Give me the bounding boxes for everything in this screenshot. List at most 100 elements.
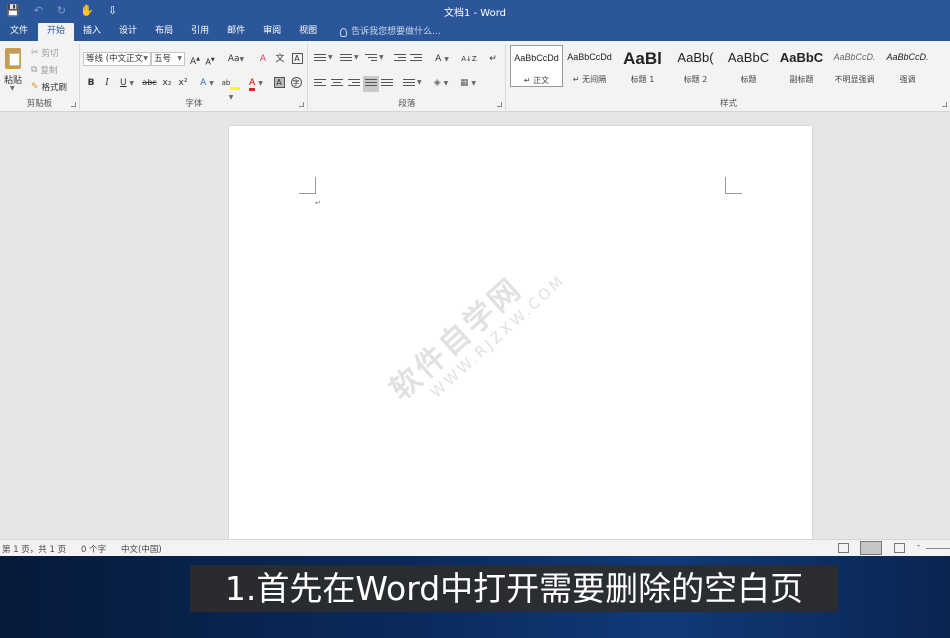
chevron-down-icon: ▼: [177, 55, 182, 62]
word-count[interactable]: 0 个字: [81, 543, 106, 555]
title-bar: 💾 ↶ ↻ ✋ ⇩ 文档1 - Word: [0, 0, 950, 21]
print-layout-icon[interactable]: [860, 541, 882, 555]
style-sample: AaBbCcDd: [567, 52, 612, 62]
font-size-select[interactable]: 五号 ▼: [151, 52, 185, 66]
read-mode-icon[interactable]: [838, 543, 849, 553]
style-name: 副标题: [789, 75, 814, 84]
borders-button[interactable]: ▦ ▼: [457, 76, 479, 90]
style-heading-1[interactable]: AaBl 标题 1: [616, 45, 669, 87]
web-layout-icon[interactable]: [894, 543, 905, 553]
document-page[interactable]: ↵: [229, 126, 812, 539]
styles-launcher-icon[interactable]: [942, 102, 947, 107]
paragraph-launcher-icon[interactable]: [497, 102, 502, 107]
enclose-characters-button[interactable]: 字: [289, 76, 303, 90]
style-subtitle[interactable]: AaBbC 副标题: [775, 45, 828, 87]
justify-icon[interactable]: [363, 76, 379, 92]
tab-insert[interactable]: 插入: [74, 23, 110, 41]
margin-marker-top-right: [725, 177, 742, 194]
character-border-button[interactable]: A: [290, 52, 304, 66]
format-painter-button[interactable]: ✎ 格式刷: [31, 81, 67, 93]
style-name: 强调: [899, 75, 916, 84]
language-indicator[interactable]: 中文(中国): [121, 543, 162, 555]
subscript-button[interactable]: x₂: [161, 76, 173, 90]
margin-marker-top-left: [299, 177, 316, 194]
style-sample: AaBbC: [779, 50, 824, 65]
paste-dropdown-icon[interactable]: ▼: [10, 85, 15, 92]
highlight-button[interactable]: ab ▼: [221, 76, 241, 101]
strikethrough-button[interactable]: abc: [142, 76, 157, 90]
asian-layout-button[interactable]: A ▼: [432, 52, 452, 66]
sort-button[interactable]: A↓Z: [461, 52, 477, 66]
change-case-icon: Aa: [227, 54, 240, 64]
numbering-icon[interactable]: [340, 54, 352, 64]
style-subtle-emphasis[interactable]: AaBbCcD. 不明显强调: [828, 45, 881, 87]
line-spacing-icon[interactable]: [403, 79, 415, 89]
style-heading-2[interactable]: AaBb( 标题 2: [669, 45, 722, 87]
styles-label: 样式: [719, 99, 737, 109]
tab-layout[interactable]: 布局: [146, 23, 182, 41]
style-title[interactable]: AaBbC 标题: [722, 45, 775, 87]
underline-button[interactable]: U ▼: [118, 76, 136, 90]
brush-icon: ✎: [31, 82, 39, 92]
cut-button[interactable]: ✂ 剪切: [31, 47, 59, 59]
clipboard-launcher-icon[interactable]: [71, 102, 76, 107]
tab-references[interactable]: 引用: [182, 23, 218, 41]
bullets-icon[interactable]: [314, 54, 326, 64]
font-color-button[interactable]: A ▼: [246, 76, 266, 91]
ribbon-tabs: 文件 开始 插入 设计 布局 引用 邮件 审阅 视图 告诉我您想要做什么...: [0, 21, 950, 41]
copy-button[interactable]: ⧉ 复制: [31, 64, 57, 76]
paragraph-label: 段落: [398, 99, 416, 109]
distributed-icon[interactable]: [381, 79, 393, 89]
shrink-font-button[interactable]: A▼: [204, 53, 216, 67]
clipboard-group: 粘贴 ▼ ✂ 剪切 ⧉ 复制 ✎ 格式刷 剪贴板: [0, 44, 80, 110]
tab-review[interactable]: 审阅: [254, 23, 290, 41]
ribbon: 粘贴 ▼ ✂ 剪切 ⧉ 复制 ✎ 格式刷 剪贴板 等线 (中文正文 ▼ 五号 ▼ A…: [0, 41, 950, 112]
highlighter-icon: ab: [222, 78, 241, 90]
increase-indent-icon[interactable]: [410, 54, 422, 64]
align-center-icon[interactable]: [331, 79, 343, 89]
character-shading-button[interactable]: A: [273, 76, 285, 90]
italic-button[interactable]: I: [102, 76, 112, 90]
multilevel-list-icon[interactable]: [365, 54, 377, 64]
align-right-icon[interactable]: [348, 79, 360, 89]
tab-file[interactable]: 文件: [2, 23, 38, 41]
bold-button[interactable]: B: [86, 76, 96, 90]
phonetic-guide-button[interactable]: 文: [274, 52, 286, 66]
zoom-out-button[interactable]: -: [917, 541, 920, 551]
align-left-icon[interactable]: [314, 79, 326, 89]
tell-me-box[interactable]: 告诉我您想要做什么...: [326, 23, 450, 41]
style-name: 标题 2: [683, 75, 708, 84]
style-normal[interactable]: AaBbCcDd ↵ 正文: [510, 45, 563, 87]
page-count[interactable]: 第 1 页，共 1 页: [2, 543, 66, 555]
show-marks-button[interactable]: ↵: [487, 52, 499, 66]
font-launcher-icon[interactable]: [299, 102, 304, 107]
decrease-indent-icon[interactable]: [394, 54, 406, 64]
zoom-slider[interactable]: [926, 548, 950, 549]
tab-view[interactable]: 视图: [290, 23, 326, 41]
eraser-icon: A: [259, 54, 267, 64]
font-label: 字体: [185, 99, 203, 109]
font-name-select[interactable]: 等线 (中文正文 ▼: [83, 52, 151, 66]
change-case-button[interactable]: Aa▼: [225, 52, 247, 66]
clear-formatting-button[interactable]: A: [257, 52, 269, 66]
style-sample: AaBbCcD.: [833, 52, 876, 62]
style-name: 标题: [740, 75, 757, 84]
tab-home[interactable]: 开始: [38, 23, 75, 41]
paste-icon[interactable]: [5, 48, 21, 69]
grow-font-button[interactable]: A▲: [189, 52, 201, 67]
text-effects-button[interactable]: A ▼: [198, 76, 216, 90]
style-emphasis[interactable]: AaBbCcD. 强调: [881, 45, 934, 87]
style-name: 标题 1: [630, 75, 655, 84]
tutorial-caption: 1.首先在Word中打开需要删除的空白页: [190, 565, 838, 612]
tab-design[interactable]: 设计: [110, 23, 146, 41]
superscript-button[interactable]: x²: [177, 76, 189, 90]
font-color-icon: A: [249, 78, 256, 91]
tab-mailings[interactable]: 邮件: [218, 23, 254, 41]
shading-button[interactable]: ◈ ▼: [431, 76, 451, 90]
text-effects-icon: A: [200, 78, 207, 88]
character-border-icon: A: [291, 53, 303, 64]
paragraph-mark[interactable]: ↵: [315, 199, 321, 207]
style-no-spacing[interactable]: AaBbCcDd ↵ 无间隔: [563, 45, 616, 87]
phonetic-guide-icon: 文: [275, 54, 285, 64]
font-name-value: 等线 (中文正文: [86, 54, 144, 64]
